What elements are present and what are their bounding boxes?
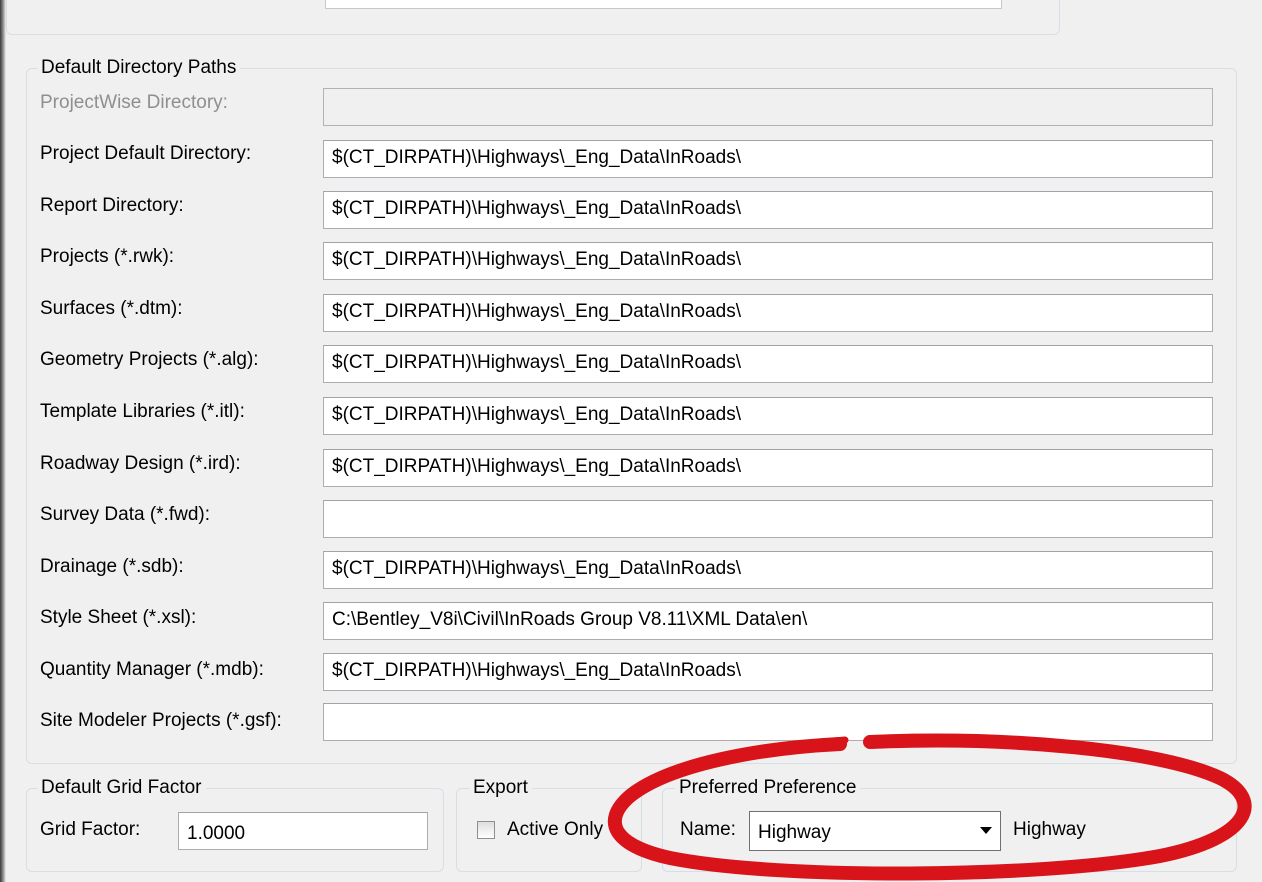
directory-row-input[interactable]: $(CT_DIRPATH)\Highways\_Eng_Data\InRoads… [323,294,1213,332]
chevron-down-icon [980,827,992,834]
directory-row-input[interactable]: $(CT_DIRPATH)\Highways\_Eng_Data\InRoads… [323,191,1213,229]
grid-factor-title: Default Grid Factor [37,777,206,799]
directory-row-input[interactable]: $(CT_DIRPATH)\Highways\_Eng_Data\InRoads… [323,397,1213,435]
directory-row-label: Style Sheet (*.xsl): [40,607,197,628]
preference-selected-value: Highway [758,822,831,843]
directory-row-label: Site Modeler Projects (*.gsf): [40,710,282,731]
directory-row-input[interactable]: $(CT_DIRPATH)\Highways\_Eng_Data\InRoads… [323,345,1213,383]
directory-row-input[interactable]: $(CT_DIRPATH)\Highways\_Eng_Data\InRoads… [323,551,1213,589]
window-left-edge [0,0,6,882]
directory-row-input[interactable] [323,703,1213,741]
directory-row-label: Surfaces (*.dtm): [40,298,183,319]
directory-row-label: Projects (*.rwk): [40,246,175,267]
directory-row-label: Geometry Projects (*.alg): [40,349,259,370]
preference-name-label: Name: [680,819,736,840]
directory-row-label: Project Default Directory: [40,143,252,164]
directory-row-input[interactable]: $(CT_DIRPATH)\Highways\_Eng_Data\InRoads… [323,242,1213,280]
directory-row-label: Report Directory: [40,195,184,216]
grid-factor-label: Grid Factor: [40,819,141,840]
directory-row-label: Survey Data (*.fwd): [40,504,210,525]
preferred-preference-title: Preferred Preference [675,777,861,799]
directory-row-input[interactable] [323,500,1213,538]
active-only-label: Active Only [507,819,604,840]
directory-row-input [323,88,1213,126]
previous-group-input[interactable] [325,0,1002,9]
directory-row-label: Quantity Manager (*.mdb): [40,659,264,680]
preference-current-name: Highway [1013,819,1086,840]
directory-row-input[interactable]: $(CT_DIRPATH)\Highways\_Eng_Data\InRoads… [323,653,1213,691]
directory-row-label: Template Libraries (*.itl): [40,401,245,422]
directory-row-label: Roadway Design (*.ird): [40,453,241,474]
directory-row-input[interactable]: $(CT_DIRPATH)\Highways\_Eng_Data\InRoads… [323,449,1213,487]
grid-factor-input[interactable]: 1.0000 [178,812,428,850]
directory-paths-title: Default Directory Paths [37,57,241,79]
export-title: Export [469,777,532,799]
preference-name-dropdown[interactable]: Highway [749,811,1001,851]
directory-row-input[interactable]: C:\Bentley_V8i\Civil\InRoads Group V8.11… [323,602,1213,640]
directory-row-label: ProjectWise Directory: [40,92,228,113]
directory-row-input[interactable]: $(CT_DIRPATH)\Highways\_Eng_Data\InRoads… [323,140,1213,178]
active-only-checkbox[interactable] [477,821,495,839]
directory-row-label: Drainage (*.sdb): [40,556,184,577]
